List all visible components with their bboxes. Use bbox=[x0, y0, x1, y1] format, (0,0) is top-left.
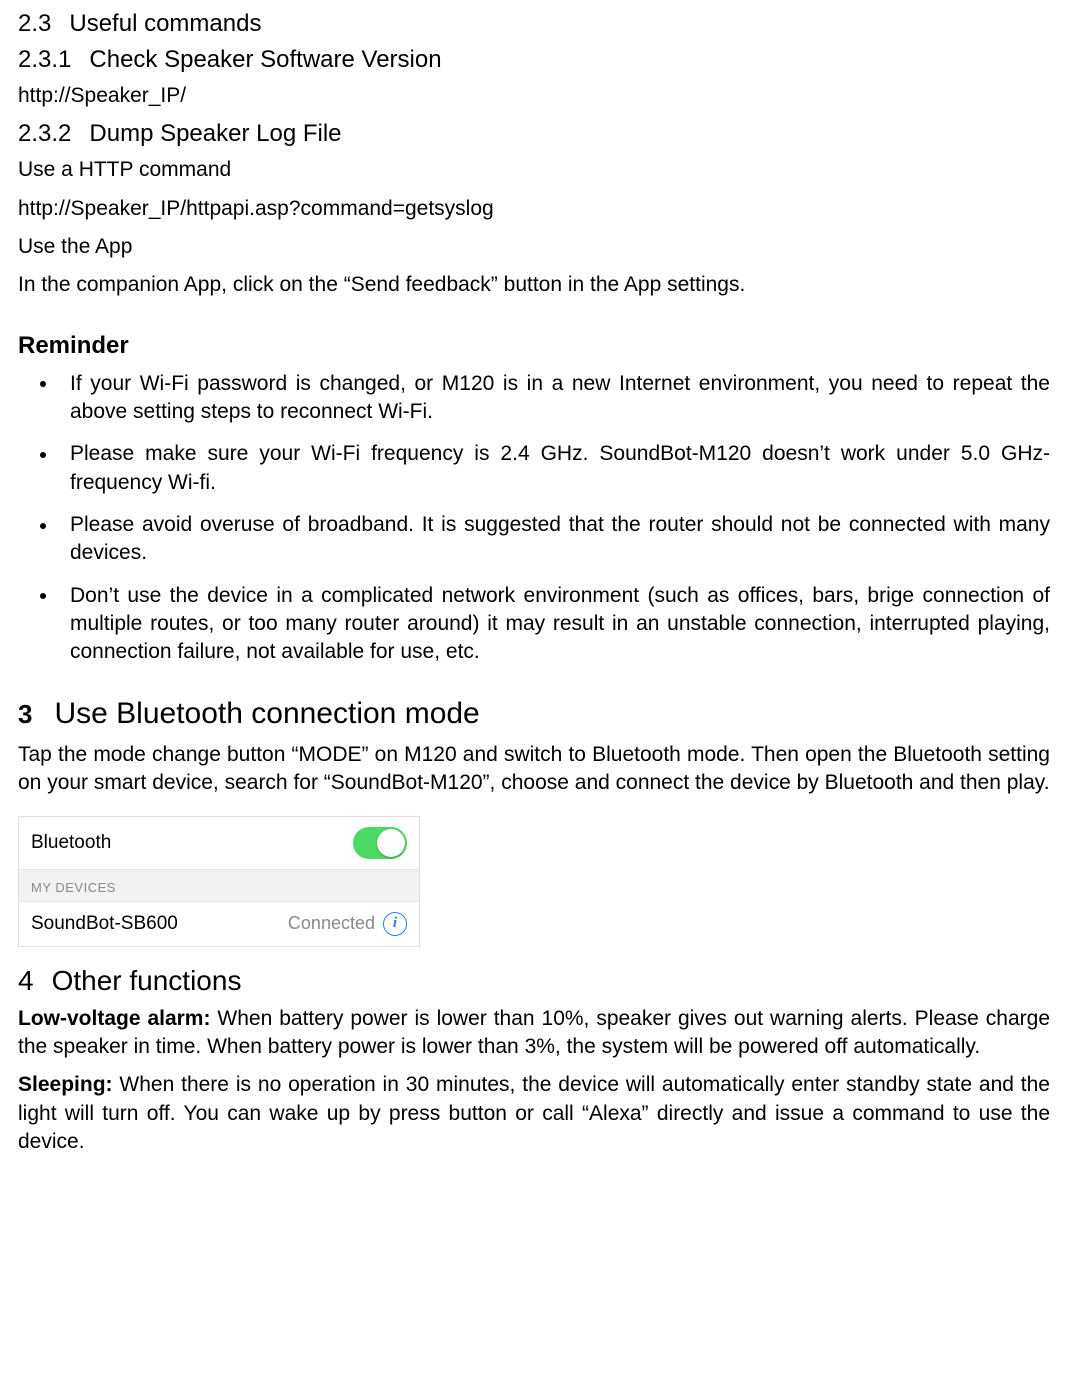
heading-text: Other functions bbox=[52, 965, 242, 996]
sleeping-body: When there is no operation in 30 minutes… bbox=[18, 1073, 1050, 1153]
heading-number: 2.3 bbox=[18, 10, 51, 37]
body-text: Use the App bbox=[18, 233, 1050, 261]
bluetooth-label: Bluetooth bbox=[31, 832, 353, 854]
sleeping-label: Sleeping: bbox=[18, 1073, 119, 1096]
list-item: Please avoid overuse of broadband. It is… bbox=[40, 511, 1050, 568]
bluetooth-toggle-row: Bluetooth bbox=[19, 817, 419, 870]
device-status: Connected bbox=[288, 913, 375, 934]
heading-text: Check Speaker Software Version bbox=[89, 46, 441, 73]
body-text: Use a HTTP command bbox=[18, 156, 1050, 184]
heading-text: Useful commands bbox=[69, 10, 261, 37]
device-name: SoundBot-SB600 bbox=[31, 913, 288, 935]
list-item: Please make sure your Wi-Fi frequency is… bbox=[40, 440, 1050, 497]
heading-number: 4 bbox=[18, 965, 34, 996]
heading-2-3-1: 2.3.1 Check Speaker Software Version bbox=[18, 46, 1050, 74]
heading-number: 3 bbox=[18, 699, 32, 730]
sleeping-paragraph: Sleeping: When there is no operation in … bbox=[18, 1071, 1050, 1156]
heading-number: 2.3.1 bbox=[18, 46, 71, 73]
body-text: Tap the mode change button “MODE” on M12… bbox=[18, 741, 1050, 798]
reminder-list: If your Wi-Fi password is changed, or M1… bbox=[18, 370, 1050, 667]
bluetooth-toggle[interactable] bbox=[353, 827, 407, 859]
low-voltage-label: Low-voltage alarm: bbox=[18, 1007, 217, 1030]
reminder-heading: Reminder bbox=[18, 332, 1050, 360]
info-icon[interactable]: i bbox=[383, 912, 407, 936]
bluetooth-device-row[interactable]: SoundBot-SB600 Connected i bbox=[19, 902, 419, 946]
list-item: If your Wi-Fi password is changed, or M1… bbox=[40, 370, 1050, 427]
toggle-knob bbox=[377, 829, 405, 857]
url-text: http://Speaker_IP/ bbox=[18, 82, 1050, 110]
document-page: 2.3 Useful commands 2.3.1 Check Speaker So… bbox=[0, 0, 1068, 1176]
bluetooth-settings-screenshot: Bluetooth MY DEVICES SoundBot-SB600 Conn… bbox=[18, 816, 420, 947]
heading-number: 2.3.2 bbox=[18, 120, 71, 147]
heading-4: 4 Other functions bbox=[18, 965, 1050, 997]
heading-text: Dump Speaker Log File bbox=[89, 120, 341, 147]
low-voltage-paragraph: Low-voltage alarm: When battery power is… bbox=[18, 1005, 1050, 1062]
my-devices-section-label: MY DEVICES bbox=[19, 870, 419, 902]
body-text: In the companion App, click on the “Send… bbox=[18, 271, 1050, 299]
url-text: http://Speaker_IP/httpapi.asp?command=ge… bbox=[18, 195, 1050, 223]
list-item: Don’t use the device in a complicated ne… bbox=[40, 582, 1050, 667]
heading-2-3-2: 2.3.2 Dump Speaker Log File bbox=[18, 120, 1050, 148]
heading-2-3: 2.3 Useful commands bbox=[18, 10, 1050, 38]
heading-text: Use Bluetooth connection mode bbox=[54, 697, 479, 731]
heading-3: 3 Use Bluetooth connection mode bbox=[18, 697, 1050, 731]
